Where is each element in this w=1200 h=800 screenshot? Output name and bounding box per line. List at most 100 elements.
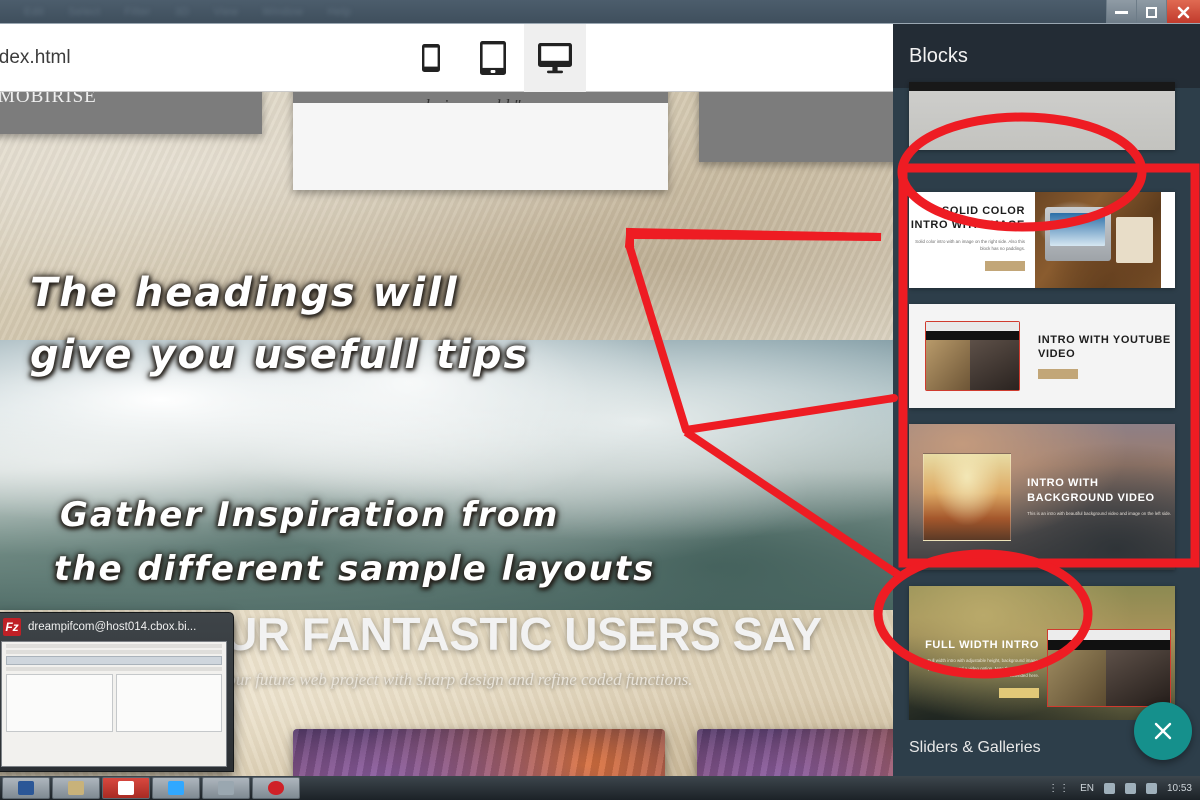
tablet-preview-button[interactable]	[462, 24, 524, 92]
menu-item-3d[interactable]: 3D	[175, 6, 190, 18]
taskbar-button-opera[interactable]	[252, 777, 300, 799]
block-4-text: FULL WIDTH INTRO Full width intro with a…	[919, 638, 1039, 698]
testimonial-card-left[interactable]: MOBIRISE	[0, 92, 262, 134]
blocks-section-label: Sliders & Galleries	[909, 739, 1041, 756]
filezilla-body[interactable]	[1, 641, 227, 767]
browser-left-pane	[926, 340, 971, 390]
block-3-title: INTRO WITH BACKGROUND VIDEO	[1027, 477, 1155, 504]
photoshop-icon	[168, 781, 184, 795]
desktop-icon	[538, 43, 572, 74]
browser-right-pane	[970, 340, 1020, 390]
blocks-list[interactable]: SOLID COLOR INTRO WITH IMAGE Solid color…	[893, 82, 1200, 776]
minimize-button[interactable]	[1106, 0, 1136, 23]
menu-item-filter[interactable]: Filter	[125, 6, 151, 18]
filezilla-menu-strip	[6, 644, 222, 648]
system-tray[interactable]: ⋮⋮ EN 10:53	[1048, 776, 1200, 800]
browser-url-bar-2	[1048, 630, 1170, 640]
editor-toolbar: index.html	[0, 24, 893, 92]
menu-item-help[interactable]: Help	[327, 6, 351, 18]
close-panel-fab-button[interactable]	[1134, 702, 1192, 760]
filezilla-file-panes[interactable]	[6, 674, 222, 732]
tray-language[interactable]: EN	[1080, 783, 1094, 794]
browser-viewport	[926, 340, 1020, 390]
laptop-icon	[1045, 207, 1111, 262]
opera-icon	[268, 781, 284, 795]
filezilla-title: dreampifcom@host014.cbox.bi...	[28, 621, 197, 633]
filezilla-taskbar-icon	[118, 781, 134, 795]
browser-nav-bar	[926, 331, 1020, 340]
testimonial-card-right[interactable]	[699, 92, 893, 162]
brand-name: MOBIRISE	[0, 92, 97, 107]
testimonial-card-footer	[293, 103, 668, 190]
block-4-button	[999, 687, 1039, 698]
block-4-browser-mockup	[1047, 629, 1171, 707]
block-1-title: SOLID COLOR INTRO WITH IMAGE	[910, 205, 1025, 232]
filezilla-quickconnect-bar[interactable]	[6, 656, 222, 665]
current-file-name: index.html	[0, 46, 71, 68]
mobile-icon	[422, 44, 440, 72]
application-menu-bar[interactable]: Edit Select Filter 3D View Window Help	[0, 0, 1200, 24]
block-thumbnail-intro-youtube-video[interactable]: INTRO WITH YOUTUBE VIDEO	[909, 304, 1175, 408]
block-4-desc: Full width intro with adjustable height,…	[927, 658, 1039, 679]
block-2-button	[1038, 369, 1079, 380]
network-icon[interactable]	[1103, 782, 1115, 794]
folder-icon	[68, 781, 84, 795]
filezilla-logo-icon: Fz	[3, 618, 21, 636]
filezilla-window[interactable]: Fz dreampifcom@host014.cbox.bi...	[0, 612, 234, 772]
close-button[interactable]	[1166, 0, 1200, 23]
annotation-1-line-1: The headings will	[30, 270, 459, 316]
windows-taskbar[interactable]: ⋮⋮ EN 10:53	[0, 776, 1200, 800]
volume-icon[interactable]	[1124, 782, 1136, 794]
browser-url-bar	[926, 322, 1020, 331]
browser-viewport-2	[1048, 650, 1170, 706]
word-icon	[18, 781, 34, 795]
block-thumbnail-intro-background-video[interactable]: INTRO WITH BACKGROUND VIDEO This is an i…	[909, 424, 1175, 570]
mobirise-icon	[218, 781, 234, 795]
menu-item-select[interactable]: Select	[68, 6, 100, 18]
browser-right-pane-2	[1106, 650, 1170, 706]
taskbar-button-word[interactable]	[2, 777, 50, 799]
annotation-text-headings: The headings will give you usefull tips	[30, 270, 529, 378]
filezilla-titlebar[interactable]: Fz dreampifcom@host014.cbox.bi...	[0, 613, 233, 641]
tray-clock[interactable]: 10:53	[1167, 783, 1192, 794]
close-icon	[1177, 6, 1190, 18]
menu-item-window[interactable]: Window	[262, 6, 303, 18]
block-2-title: INTRO WITH YOUTUBE VIDEO	[1038, 333, 1171, 360]
filezilla-log-strip	[6, 667, 222, 671]
tray-grip-icon: ⋮⋮	[1048, 782, 1071, 794]
block-1-button	[985, 260, 1025, 271]
taskbar-button-filezilla[interactable]	[102, 777, 150, 799]
testimonial-card-center[interactable]: design world."	[293, 92, 668, 190]
window-controls[interactable]	[1106, 0, 1200, 23]
blocks-panel-title: Blocks	[909, 44, 968, 67]
filezilla-local-pane[interactable]	[6, 674, 113, 732]
block-2-text: INTRO WITH YOUTUBE VIDEO	[1038, 333, 1175, 380]
menu-item-edit[interactable]: Edit	[24, 6, 44, 18]
annotation-2-line-2: the different sample layouts	[54, 549, 656, 589]
taskbar-button-explorer[interactable]	[52, 777, 100, 799]
desktop-preview-button[interactable]	[524, 24, 586, 92]
filezilla-remote-pane[interactable]	[115, 674, 222, 732]
annotation-1-line-2: give you usefull tips	[30, 332, 530, 378]
blocks-panel[interactable]: Blocks SOLID COLOR INTRO WITH IMAGE Soli…	[893, 24, 1200, 776]
menu-item-view[interactable]: View	[213, 6, 238, 18]
annotation-text-inspiration: Gather Inspiration from the different sa…	[54, 495, 655, 589]
maximize-button[interactable]	[1136, 0, 1166, 23]
block-1-photo	[1035, 192, 1161, 288]
block-1-desc: Solid color intro with an image on the r…	[915, 238, 1025, 252]
notebook-icon	[1115, 216, 1154, 264]
block-2-browser-mockup	[925, 321, 1021, 391]
annotation-2-line-1: Gather Inspiration from	[60, 495, 560, 535]
taskbar-button-photoshop[interactable]	[152, 777, 200, 799]
block-1-text: SOLID COLOR INTRO WITH IMAGE Solid color…	[909, 192, 1035, 288]
block-3-text: INTRO WITH BACKGROUND VIDEO This is an i…	[1027, 476, 1175, 517]
mobile-preview-button[interactable]	[400, 24, 462, 92]
device-preview-switcher[interactable]	[400, 24, 586, 92]
taskbar-button-mobirise[interactable]	[202, 777, 250, 799]
block-thumbnail-0[interactable]	[909, 82, 1175, 150]
filezilla-toolbar-strip	[6, 650, 222, 654]
action-center-icon[interactable]	[1145, 782, 1157, 794]
tablet-icon	[480, 41, 506, 75]
block-thumbnail-solid-color-intro[interactable]: SOLID COLOR INTRO WITH IMAGE Solid color…	[909, 192, 1175, 288]
block-4-title: FULL WIDTH INTRO	[925, 639, 1039, 652]
